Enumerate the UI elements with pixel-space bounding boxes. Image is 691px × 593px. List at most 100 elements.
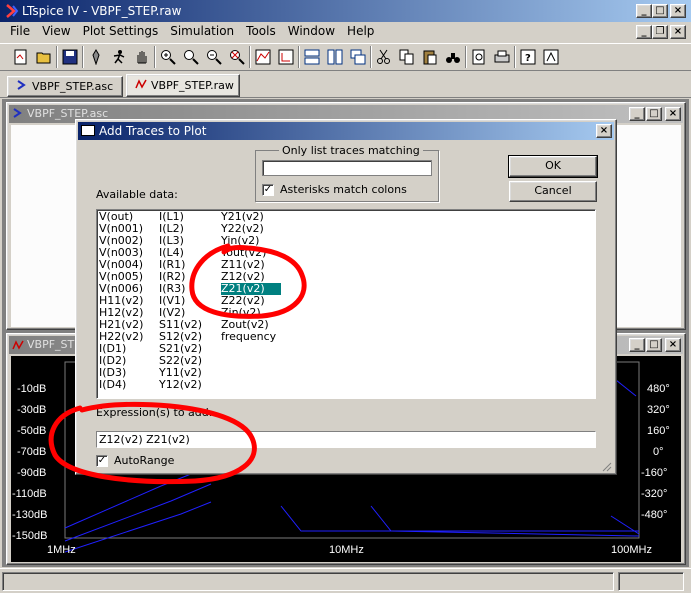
autorange-checkbox[interactable]: ✓ xyxy=(96,455,108,467)
mdi-restore-button[interactable]: ❐ xyxy=(652,25,668,39)
y-tick-right: -320° xyxy=(641,488,668,500)
x-tick: 10MHz xyxy=(329,544,364,556)
toolbar-separator xyxy=(56,46,58,68)
trace-list-item[interactable]: Y12(v2) xyxy=(159,379,202,391)
open-folder-icon[interactable] xyxy=(33,46,55,68)
asterisks-checkbox[interactable]: ✓ xyxy=(262,184,274,196)
zoom-out-icon[interactable] xyxy=(203,46,225,68)
cut-icon[interactable] xyxy=(373,46,395,68)
app-title-bar: LTspice IV - VBPF_STEP.raw _ □ × xyxy=(0,0,691,22)
status-pane-main xyxy=(2,572,614,591)
schematic-close-button[interactable]: × xyxy=(665,107,681,121)
toolbar-separator xyxy=(370,46,372,68)
menu-tools[interactable]: Tools xyxy=(240,22,282,42)
ok-button[interactable]: OK xyxy=(508,155,598,178)
plot-close-button[interactable]: × xyxy=(665,338,681,352)
tab-waveform[interactable]: VBPF_STEP.raw xyxy=(126,74,240,97)
y-tick-right: 160° xyxy=(647,425,670,437)
zoom-fit-icon[interactable] xyxy=(226,46,248,68)
menu-file[interactable]: File xyxy=(4,22,36,42)
mdi-close-button[interactable]: × xyxy=(670,25,686,39)
autorange-icon[interactable] xyxy=(252,46,274,68)
add-traces-dialog: Add Traces to Plot × Only list traces ma… xyxy=(75,119,617,475)
status-bar xyxy=(0,568,691,593)
toolbar-separator xyxy=(154,46,156,68)
zoom-back-icon[interactable] xyxy=(180,46,202,68)
paste-icon[interactable] xyxy=(419,46,441,68)
tab-schematic[interactable]: VBPF_STEP.asc xyxy=(7,76,123,97)
toolbar-separator xyxy=(82,46,84,68)
tab-schematic-label: VBPF_STEP.asc xyxy=(32,80,114,93)
find-binoculars-icon[interactable] xyxy=(442,46,464,68)
trace-list-item[interactable]: I(D4) xyxy=(99,379,126,391)
asterisks-label: Asterisks match colons xyxy=(280,183,407,196)
tile-vertical-icon[interactable] xyxy=(324,46,346,68)
dialog-icon xyxy=(81,125,95,136)
spice-help-icon[interactable] xyxy=(540,46,562,68)
expression-label: Expression(s) to add: xyxy=(96,406,213,419)
dialog-close-button[interactable]: × xyxy=(596,124,612,138)
status-pane-right xyxy=(618,572,684,591)
toolbar-separator xyxy=(249,46,251,68)
app-icon xyxy=(4,3,20,19)
x-tick: 100MHz xyxy=(611,544,652,556)
plot-window-icon xyxy=(12,339,24,354)
zoom-in-icon[interactable] xyxy=(157,46,179,68)
filter-input[interactable] xyxy=(262,160,432,176)
x-tick: 1MHz xyxy=(47,544,76,556)
control-panel-icon[interactable] xyxy=(85,46,107,68)
y-tick-left: -30dB xyxy=(17,404,47,416)
schematic-minimize-button[interactable]: _ xyxy=(629,107,645,121)
close-button[interactable]: × xyxy=(670,4,686,18)
help-question-icon[interactable]: ? xyxy=(517,46,539,68)
tab-waveform-label: VBPF_STEP.raw xyxy=(151,79,234,92)
menu-simulation[interactable]: Simulation xyxy=(164,22,240,42)
tile-horizontal-icon[interactable] xyxy=(301,46,323,68)
cancel-button[interactable]: Cancel xyxy=(509,181,597,202)
copy-icon[interactable] xyxy=(396,46,418,68)
save-icon[interactable] xyxy=(59,46,81,68)
y-tick-right: 320° xyxy=(647,404,670,416)
halt-hand-icon[interactable] xyxy=(131,46,153,68)
menu-bar: File View Plot Settings Simulation Tools… xyxy=(0,22,691,42)
menu-help[interactable]: Help xyxy=(341,22,380,42)
print-preview-icon[interactable] xyxy=(468,46,490,68)
plot-minimize-button[interactable]: _ xyxy=(629,338,645,352)
trace-list-item[interactable]: frequency xyxy=(221,331,276,343)
menu-plot-settings[interactable]: Plot Settings xyxy=(77,22,165,42)
new-schematic-icon[interactable] xyxy=(10,46,32,68)
plot-maximize-button[interactable]: □ xyxy=(646,338,662,352)
y-tick-right: -480° xyxy=(641,509,668,521)
resize-grip[interactable] xyxy=(602,462,612,472)
y-tick-left: -70dB xyxy=(17,446,47,458)
schematic-icon xyxy=(16,79,28,94)
y-tick-left: -10dB xyxy=(17,383,47,395)
dialog-title: Add Traces to Plot xyxy=(99,124,207,138)
print-icon[interactable] xyxy=(491,46,513,68)
trace-1 xyxy=(64,465,212,529)
schematic-maximize-button[interactable]: □ xyxy=(646,107,662,121)
maximize-button[interactable]: □ xyxy=(652,4,668,18)
toolbar-separator xyxy=(514,46,516,68)
y-tick-left: -150dB xyxy=(12,530,48,542)
filter-group-label: Only list traces matching xyxy=(279,144,423,157)
available-data-label: Available data: xyxy=(96,188,178,201)
menu-window[interactable]: Window xyxy=(282,22,341,42)
svg-text:?: ? xyxy=(525,53,531,64)
y-tick-left: -130dB xyxy=(12,509,48,521)
y-tick-right: 0° xyxy=(653,446,664,458)
autorange-label: AutoRange xyxy=(114,454,175,467)
available-data-list[interactable]: V(out) V(n001) V(n002) V(n003) V(n004) V(n005… xyxy=(96,209,596,399)
toolbar: ? xyxy=(0,43,691,71)
pick-visible-traces-icon[interactable] xyxy=(275,46,297,68)
document-tab-strip: VBPF_STEP.asc VBPF_STEP.raw xyxy=(0,72,691,98)
dialog-title-bar: Add Traces to Plot × xyxy=(78,122,614,140)
minimize-button[interactable]: _ xyxy=(636,4,652,18)
run-icon[interactable] xyxy=(108,46,130,68)
y-tick-left: -50dB xyxy=(17,425,47,437)
mdi-minimize-button[interactable]: _ xyxy=(636,25,652,39)
menu-view[interactable]: View xyxy=(36,22,76,42)
expression-input[interactable] xyxy=(96,431,596,448)
cascade-icon[interactable] xyxy=(347,46,369,68)
y-tick-left: -90dB xyxy=(17,467,47,479)
